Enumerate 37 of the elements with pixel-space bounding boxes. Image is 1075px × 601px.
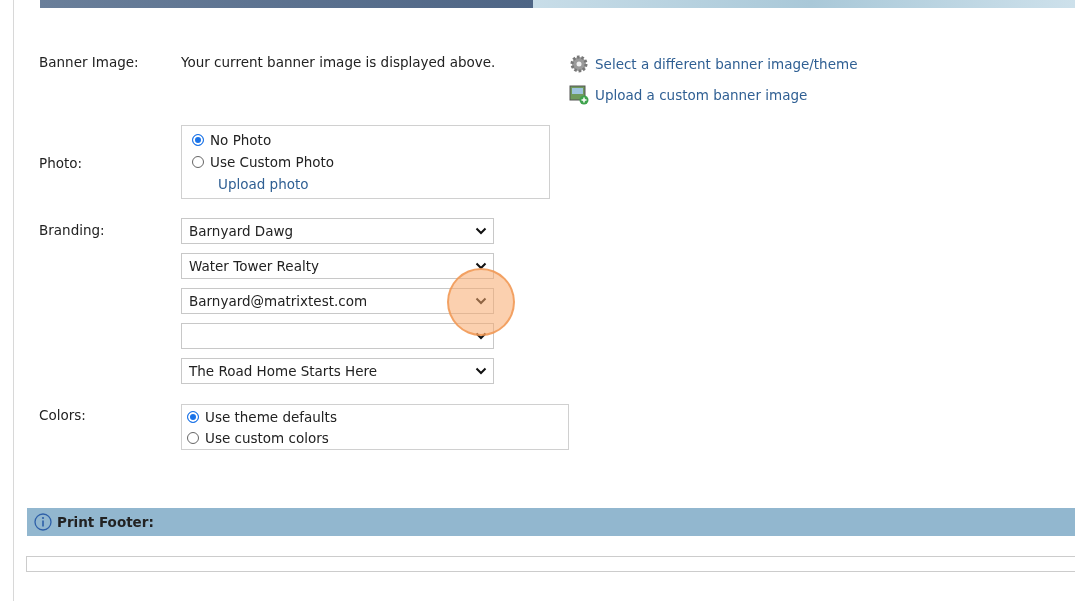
banner-link[interactable]: Select a different banner image/theme [569,54,858,74]
radio-option[interactable]: Use theme defaults [187,409,563,425]
field-label: Banner Image: [39,54,140,70]
section-title: Print Footer: [57,514,154,530]
chevron-down-icon [475,367,487,375]
radio-button[interactable] [187,411,199,423]
radio-button[interactable] [187,432,199,444]
select-value: The Road Home Starts Here [189,363,378,379]
dropdown-select[interactable]: Barnyard@matrixtest.com [181,288,494,314]
radio-option[interactable]: Use Custom Photo [192,154,539,170]
chevron-down-icon [475,262,487,270]
dropdown-select[interactable]: Barnyard Dawg [181,218,494,244]
gear-icon [569,54,589,74]
banner-description: Your current banner image is displayed above. [181,54,497,70]
image-add-icon [569,85,589,105]
select-value: Water Tower Realty [189,258,319,274]
radio-option[interactable]: No Photo [192,132,539,148]
radio-label: Use Custom Photo [210,154,335,170]
chevron-down-icon [475,297,487,305]
radio-option[interactable]: Use custom colors [187,430,563,446]
info-icon [34,513,52,531]
select-value: Barnyard@matrixtest.com [189,293,368,309]
field-label: Photo: [39,154,84,171]
banner-link[interactable]: Upload a custom banner image [569,85,858,105]
chevron-down-icon [475,332,487,340]
radio-button[interactable] [192,156,204,168]
select-value: Barnyard Dawg [189,223,294,239]
radio-label: Use theme defaults [205,409,337,425]
chevron-down-icon [475,227,487,235]
field-label: Colors: [39,406,87,423]
radio-label: No Photo [210,132,272,148]
radio-label: Use custom colors [205,430,329,446]
field-label: Branding: [39,221,106,238]
upload-photo-link[interactable]: Upload photo [218,176,539,192]
dropdown-select[interactable]: Water Tower Realty [181,253,494,279]
radio-button[interactable] [192,134,204,146]
dropdown-select[interactable]: The Road Home Starts Here [181,358,494,384]
